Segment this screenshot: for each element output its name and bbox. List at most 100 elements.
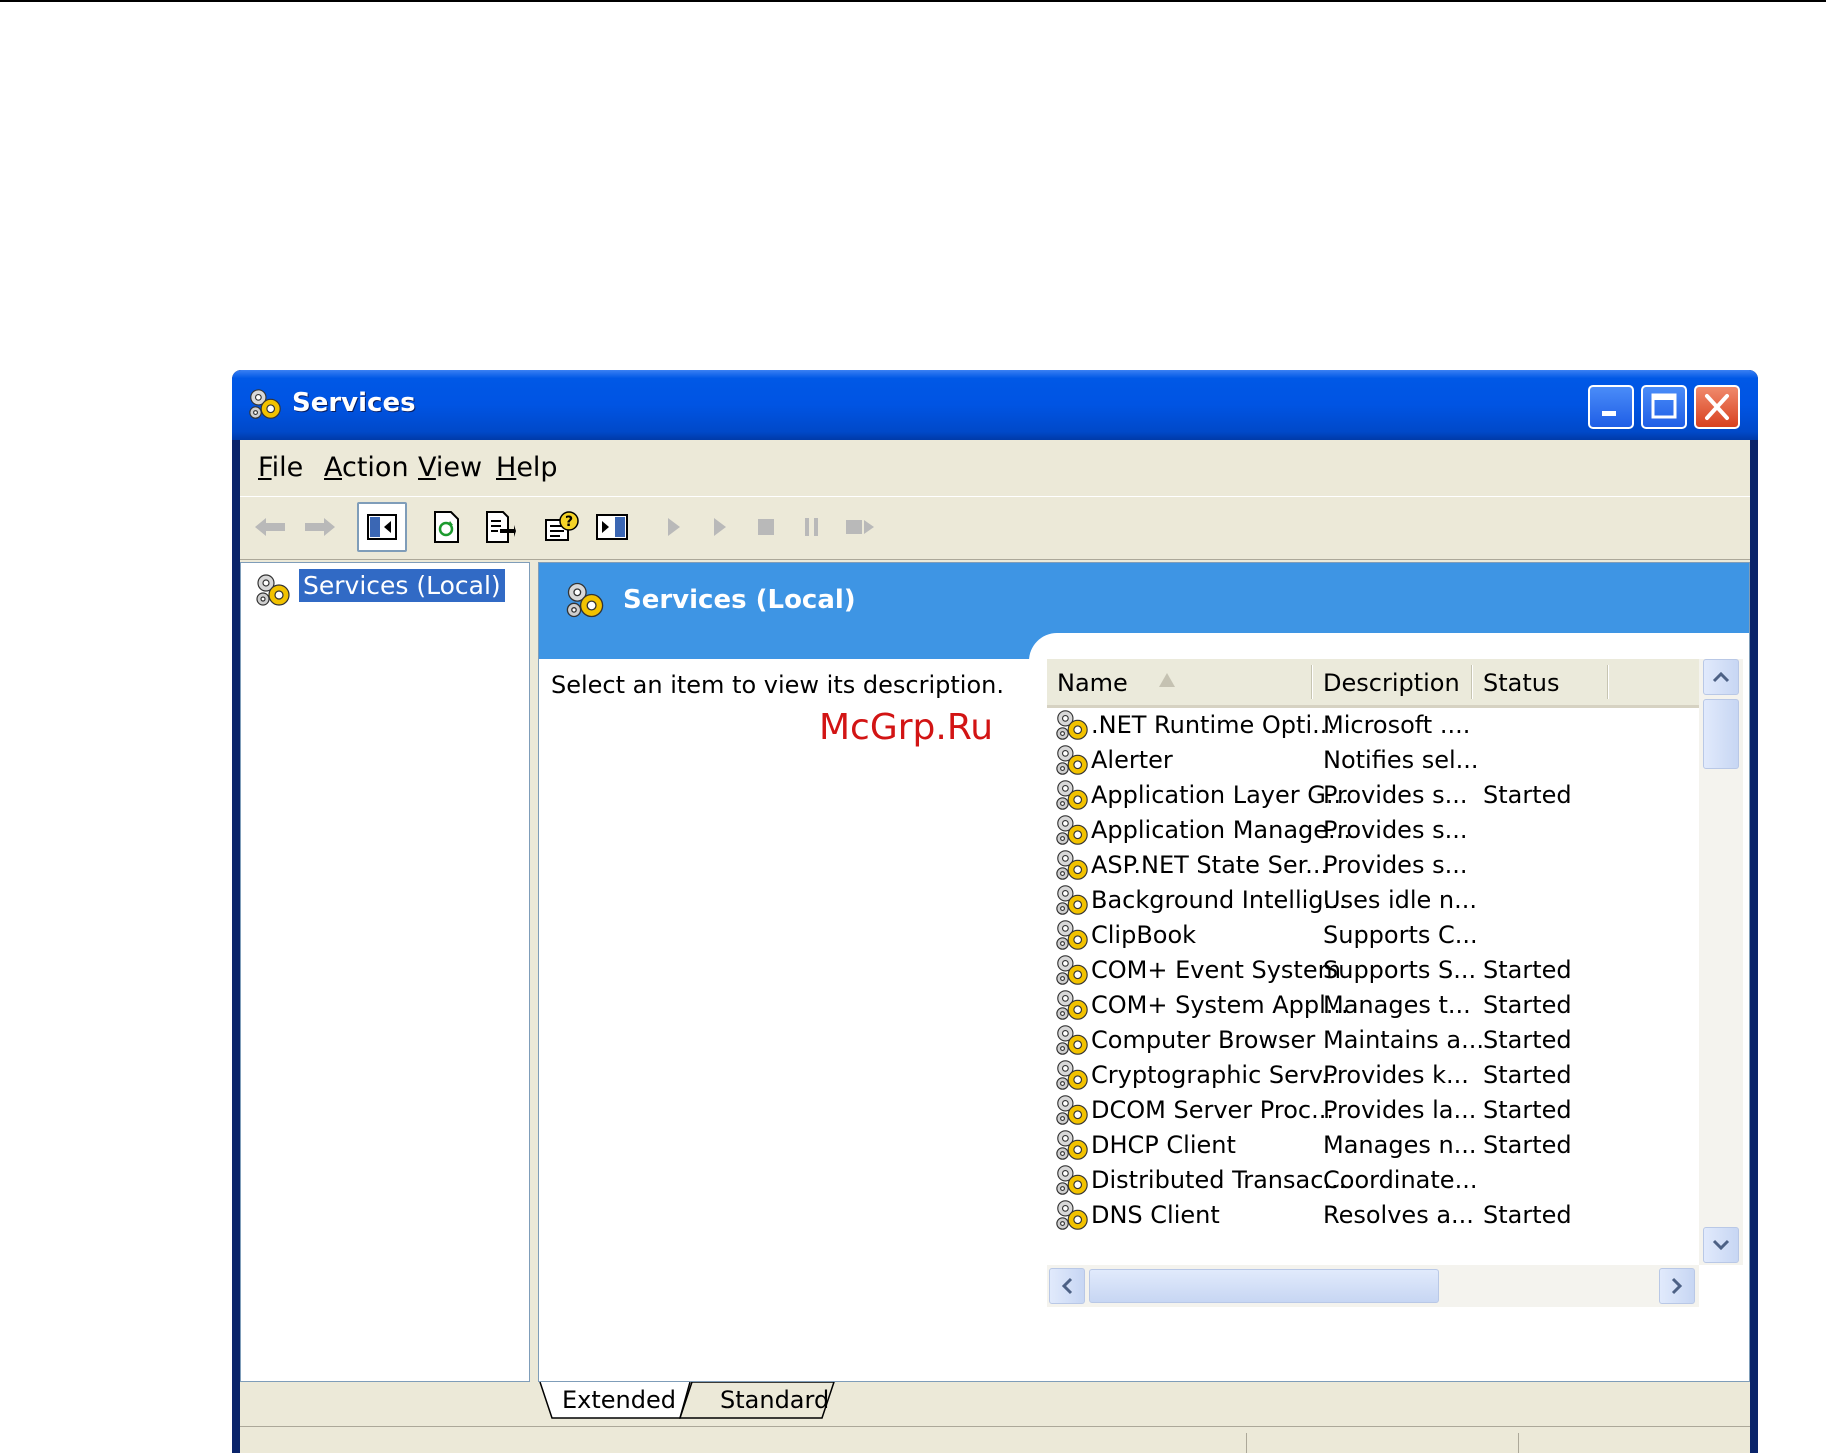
help-button[interactable]: ? xyxy=(542,507,582,547)
refresh-icon xyxy=(434,511,459,543)
service-description: Microsoft .... xyxy=(1323,711,1471,739)
service-name: Application Layer G... xyxy=(1091,781,1349,809)
gears-icon xyxy=(1053,777,1091,813)
gears-icon xyxy=(246,386,284,422)
horizontal-scroll-thumb[interactable] xyxy=(1089,1269,1439,1303)
play-icon xyxy=(714,518,726,536)
start-service-button[interactable] xyxy=(654,507,694,547)
service-description: Resolves a... xyxy=(1323,1201,1474,1229)
service-name: DNS Client xyxy=(1091,1201,1220,1229)
gears-icon xyxy=(1053,707,1091,743)
start-service-alt-button[interactable] xyxy=(700,507,740,547)
forward-arrow-icon xyxy=(305,518,335,536)
scroll-up-button[interactable] xyxy=(1703,659,1739,695)
service-name: Alerter xyxy=(1091,746,1173,774)
gears-icon xyxy=(1053,917,1091,953)
gears-icon xyxy=(1053,1197,1091,1233)
service-description: Maintains a... xyxy=(1323,1026,1485,1054)
column-divider[interactable] xyxy=(1607,665,1609,699)
gears-icon xyxy=(1053,952,1091,988)
service-name: COM+ Event System xyxy=(1091,956,1341,984)
table-row[interactable]: DNS Client Resolves a... Started xyxy=(1047,1195,1699,1236)
close-button[interactable] xyxy=(1694,385,1740,429)
gears-icon xyxy=(1053,987,1091,1023)
service-description: Manages t... xyxy=(1323,991,1471,1019)
export-list-button[interactable] xyxy=(480,507,520,547)
menu-view[interactable]: View xyxy=(418,452,482,483)
sort-ascending-icon xyxy=(1159,673,1175,687)
vertical-scrollbar[interactable] xyxy=(1699,659,1743,1265)
minimize-icon xyxy=(1602,411,1616,416)
show-hide-tree-button[interactable] xyxy=(357,502,407,552)
service-description: Supports C... xyxy=(1323,921,1478,949)
gears-icon xyxy=(1053,742,1091,778)
back-button[interactable] xyxy=(250,507,290,547)
gears-icon xyxy=(1053,812,1091,848)
service-description: Notifies sel... xyxy=(1323,746,1479,774)
details-pane: Services (Local) Select an item to view … xyxy=(538,562,1750,1382)
svg-text:?: ? xyxy=(565,514,573,530)
service-name: Computer Browser xyxy=(1091,1026,1316,1054)
vertical-scroll-thumb[interactable] xyxy=(1703,699,1739,769)
column-header-status[interactable]: Status xyxy=(1483,669,1559,697)
action-pane-button[interactable] xyxy=(592,507,632,547)
scroll-down-button[interactable] xyxy=(1703,1227,1739,1263)
description-text: Select an item to view its description. xyxy=(551,671,1004,699)
tree-item-services-local[interactable]: Services (Local) xyxy=(298,568,506,603)
service-description: Provides s... xyxy=(1323,816,1468,844)
column-divider[interactable] xyxy=(1471,665,1473,699)
column-divider[interactable] xyxy=(1311,665,1313,699)
pause-service-button[interactable] xyxy=(792,507,832,547)
play-icon xyxy=(668,518,680,536)
tab-standard[interactable]: Standard xyxy=(720,1386,829,1414)
scroll-left-button[interactable] xyxy=(1049,1268,1085,1304)
service-description: Supports S... xyxy=(1323,956,1477,984)
service-description: Provides k... xyxy=(1323,1061,1469,1089)
maximize-icon xyxy=(1651,393,1677,419)
stop-service-button[interactable] xyxy=(746,507,786,547)
service-name: Distributed Transac... xyxy=(1091,1166,1347,1194)
watermark: McGrp.Ru xyxy=(819,707,994,748)
export-list-icon xyxy=(486,511,516,543)
tab-extended[interactable]: Extended xyxy=(562,1386,676,1414)
refresh-button[interactable] xyxy=(426,507,466,547)
window-title: Services xyxy=(292,388,416,418)
action-pane-icon xyxy=(596,514,628,540)
title-bar[interactable]: Services xyxy=(232,370,1758,440)
service-status: Started xyxy=(1483,1201,1572,1229)
maximize-button[interactable] xyxy=(1641,385,1687,429)
menu-file[interactable]: File xyxy=(258,452,303,483)
page-top-rule xyxy=(0,0,1826,2)
menu-action[interactable]: Action xyxy=(324,452,409,483)
service-status: Started xyxy=(1483,1061,1572,1089)
gears-icon xyxy=(253,571,293,609)
service-name: COM+ System Appl... xyxy=(1091,991,1349,1019)
service-name: Background Intellig... xyxy=(1091,886,1347,914)
service-status: Started xyxy=(1483,1096,1572,1124)
pane-title: Services (Local) xyxy=(623,585,856,615)
column-header-name[interactable]: Name xyxy=(1057,669,1128,697)
chevron-down-icon xyxy=(1712,1239,1730,1251)
restart-service-button[interactable] xyxy=(840,507,880,547)
scroll-right-button[interactable] xyxy=(1659,1268,1695,1304)
chevron-right-icon xyxy=(1671,1277,1683,1295)
chevron-left-icon xyxy=(1061,1277,1073,1295)
gears-icon xyxy=(1053,1127,1091,1163)
service-status: Started xyxy=(1483,991,1572,1019)
gears-icon xyxy=(1053,1162,1091,1198)
service-name: Application Manage... xyxy=(1091,816,1351,844)
menu-help[interactable]: Help xyxy=(496,452,558,483)
minimize-button[interactable] xyxy=(1588,385,1634,429)
pause-icon xyxy=(805,518,818,536)
service-name: Cryptographic Serv... xyxy=(1091,1061,1344,1089)
list-header: Name Description Status xyxy=(1047,659,1699,708)
service-description: Manages n... xyxy=(1323,1131,1477,1159)
list-rows: .NET Runtime Opti... Microsoft .... Alert… xyxy=(1047,705,1699,1265)
forward-button[interactable] xyxy=(300,507,340,547)
service-name: ClipBook xyxy=(1091,921,1197,949)
column-header-description[interactable]: Description xyxy=(1323,669,1460,697)
gears-icon xyxy=(563,579,607,621)
status-bar xyxy=(240,1426,1750,1453)
horizontal-scrollbar[interactable] xyxy=(1047,1265,1699,1307)
help-icon: ? xyxy=(545,511,579,541)
